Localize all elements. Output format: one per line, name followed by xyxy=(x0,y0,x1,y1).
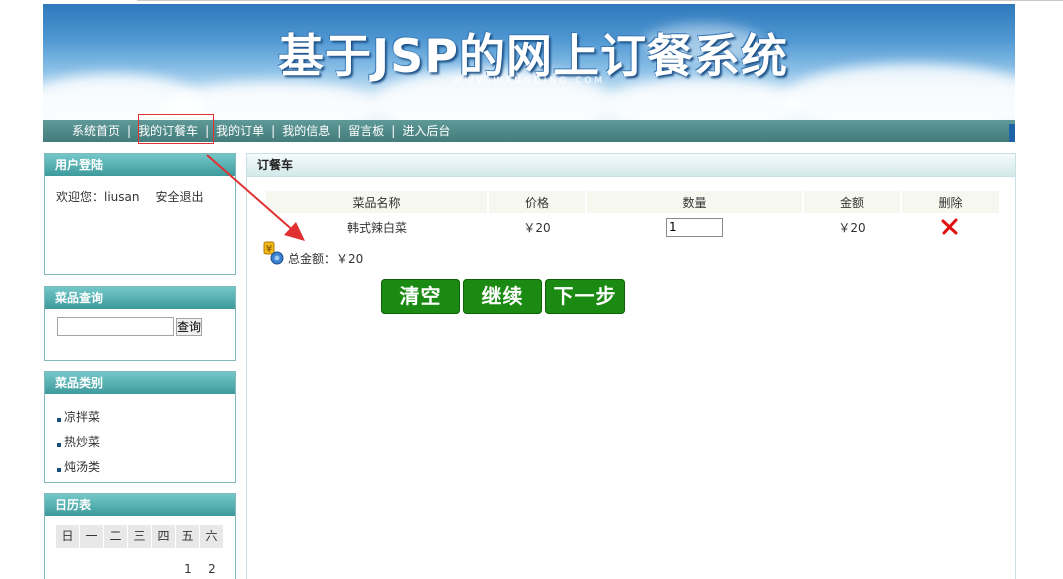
category-box-title: 菜品类别 xyxy=(45,372,235,394)
dish-amount: ￥20 xyxy=(838,220,866,235)
calendar-day xyxy=(80,548,104,575)
column-header-quantity: 数量 xyxy=(586,191,804,213)
annotation-highlight-box xyxy=(138,114,214,144)
login-box: 用户登陆 欢迎您：liusan 安全退出 xyxy=(44,153,236,275)
cart-total: ¥ 总金额： ￥20 xyxy=(262,240,363,266)
continue-shopping-button[interactable]: 继续 xyxy=(463,279,542,314)
quantity-cell xyxy=(586,213,803,241)
weekday-header: 三 xyxy=(128,525,152,548)
calendar-box: 日历表 日 一 二 三 四 五 六 1 2 xyxy=(44,493,236,579)
dish-price: ￥20 xyxy=(523,220,551,235)
banner-subtitle: WWW.WANGDING.COM xyxy=(453,76,606,86)
category-label: 炖汤类 xyxy=(64,459,101,474)
category-label: 凉拌菜 xyxy=(64,409,101,424)
search-box: 菜品查询 查询 xyxy=(44,286,236,361)
nav-bar-edge xyxy=(1009,124,1015,142)
delete-cell xyxy=(901,213,999,241)
nav-item-my-info[interactable]: 我的信息 xyxy=(276,123,336,139)
bullet-icon xyxy=(57,417,61,422)
main-nav: 系统首页 | 我的订餐车 | 我的订单 | 我的信息 | 留言板 | 进入后台 xyxy=(66,123,456,139)
nav-item-message-board[interactable]: 留言板 xyxy=(342,123,390,139)
calendar-day[interactable]: 1 xyxy=(176,548,200,576)
category-label: 热炒菜 xyxy=(64,434,101,449)
calendar-day xyxy=(128,548,152,575)
search-box-title: 菜品查询 xyxy=(45,287,235,309)
site-banner: 基于JSP的网上订餐系统 WWW.WANGDING.COM xyxy=(43,4,1015,120)
weekday-header: 四 xyxy=(152,525,176,548)
weekday-header: 一 xyxy=(80,525,104,548)
dish-name: 韩式辣白菜 xyxy=(346,220,407,235)
bullet-icon xyxy=(57,467,61,472)
bullet-icon xyxy=(57,442,61,447)
calendar-day xyxy=(104,548,128,575)
category-list: 凉拌菜 热炒菜 炖汤类 xyxy=(57,404,100,479)
cart-table-header: 菜品名称 价格 数量 金额 删除 xyxy=(266,191,999,213)
logout-link[interactable]: 安全退出 xyxy=(156,190,204,204)
dish-search-input[interactable] xyxy=(57,317,174,336)
column-header-amount: 金额 xyxy=(803,191,902,213)
calendar-box-title: 日历表 xyxy=(45,494,235,516)
column-header-price: 价格 xyxy=(488,191,587,213)
category-item[interactable]: 热炒菜 xyxy=(57,429,100,454)
svg-text:¥: ¥ xyxy=(266,244,272,255)
search-button[interactable]: 查询 xyxy=(176,318,202,336)
nav-item-admin[interactable]: 进入后台 xyxy=(396,123,456,139)
login-status: 欢迎您：liusan 安全退出 xyxy=(56,188,208,205)
column-header-delete: 删除 xyxy=(901,191,999,213)
delete-icon[interactable] xyxy=(941,218,959,236)
username: liusan xyxy=(104,190,140,204)
money-icon: ¥ xyxy=(263,241,284,265)
nav-item-my-orders[interactable]: 我的订单 xyxy=(210,123,270,139)
total-value: ￥20 xyxy=(336,252,364,266)
next-step-button[interactable]: 下一步 xyxy=(545,279,625,314)
calendar-grid: 日 一 二 三 四 五 六 1 2 xyxy=(56,525,224,576)
calendar-day xyxy=(56,548,80,575)
column-header-dish-name: 菜品名称 xyxy=(266,191,489,213)
cart-panel-title: 订餐车 xyxy=(247,154,1015,177)
clear-cart-button[interactable]: 清空 xyxy=(381,279,460,314)
login-box-title: 用户登陆 xyxy=(45,154,235,176)
total-label: 总金额： xyxy=(288,252,337,266)
weekday-header: 二 xyxy=(104,525,128,548)
top-divider xyxy=(137,0,1063,1)
calendar-day xyxy=(152,548,176,575)
welcome-label: 欢迎您： xyxy=(56,190,105,204)
table-row: 韩式辣白菜 ￥20 ￥20 xyxy=(266,213,999,241)
quantity-input[interactable] xyxy=(666,217,723,237)
weekday-header: 六 xyxy=(200,525,224,548)
category-box: 菜品类别 凉拌菜 热炒菜 炖汤类 xyxy=(44,371,236,483)
weekday-header: 日 xyxy=(56,525,80,548)
cart-table: 菜品名称 价格 数量 金额 删除 韩式辣白菜 ￥20 ￥20 xyxy=(266,191,999,241)
category-item[interactable]: 凉拌菜 xyxy=(57,404,100,429)
nav-item-home[interactable]: 系统首页 xyxy=(66,123,126,139)
category-item[interactable]: 炖汤类 xyxy=(57,454,100,479)
calendar-day[interactable]: 2 xyxy=(200,548,224,576)
weekday-header: 五 xyxy=(176,525,200,548)
